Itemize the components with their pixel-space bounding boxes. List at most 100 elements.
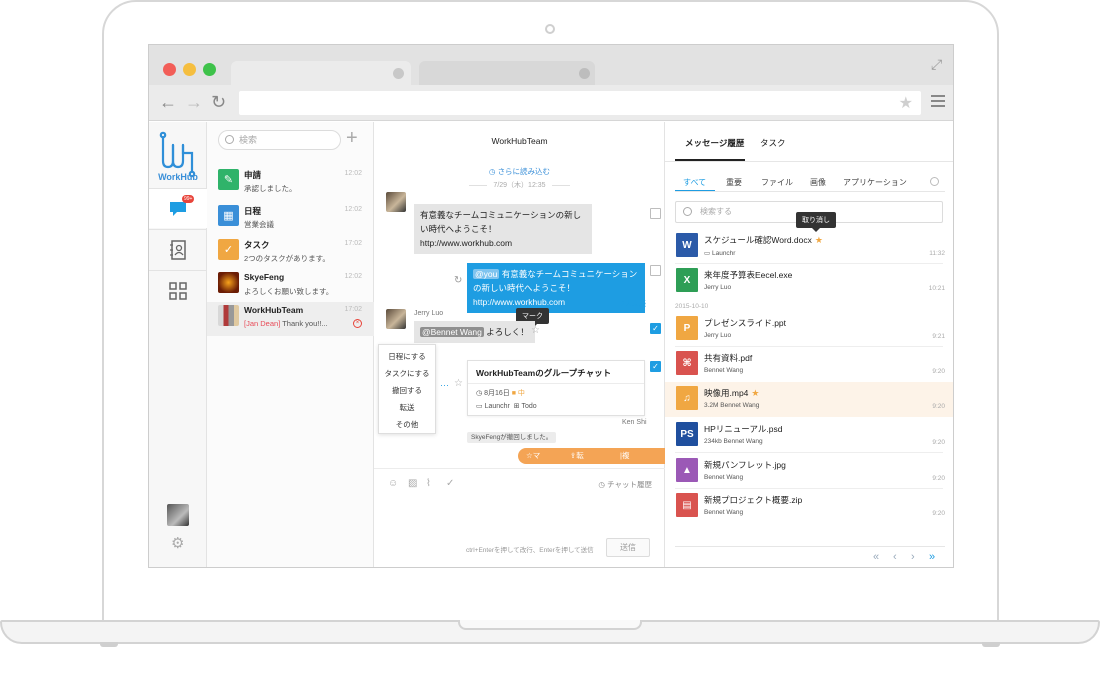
camera-icon (545, 24, 555, 34)
next-page-icon[interactable]: › (911, 551, 915, 563)
close-window-button[interactable] (163, 63, 176, 76)
file-item[interactable]: ▲ 新規パンフレット.jpg Bennet Wang 9:20 (665, 454, 953, 489)
browser-window: ⤢ ← → ↻ ★ WorkHub 99+ ⚙ 検索 + ✎ 申請 承認しました… (148, 44, 954, 568)
message-bubble[interactable]: @Bennet Wang よろしく！ (414, 321, 535, 343)
search-icon (683, 207, 692, 216)
file-item[interactable]: X 来年度予算表Eecel.exe Jerry Luo 10:21 (665, 264, 953, 299)
message-checkbox[interactable] (650, 265, 661, 276)
folder-icon: ▭ (704, 250, 711, 257)
file-item[interactable]: PS HPリニューアル.psd 234kb Bennet Wang 9:20 (665, 418, 953, 453)
browser-tab[interactable] (231, 61, 411, 85)
photoshop-file-icon: PS (676, 422, 698, 446)
word-file-icon: W (676, 233, 698, 257)
left-rail: WorkHub 99+ ⚙ (149, 122, 207, 567)
browser-navbar: ← → ↻ ★ (149, 85, 953, 121)
tab-close-icon[interactable] (393, 68, 404, 79)
workhub-app: WorkHub 99+ ⚙ 検索 + ✎ 申請 承認しました。 12:02 ▦ … (149, 122, 953, 567)
multi-select-button[interactable]: | 複数選ぶ (620, 448, 629, 508)
group-chat-card[interactable]: WorkHubTeamのグループチャット ◷ 8月16日 ■ 中 ▭ Launc… (467, 360, 645, 416)
browser-tab[interactable] (419, 61, 595, 85)
mark-action-button[interactable]: ☆ マーク (526, 448, 540, 492)
avatar (218, 305, 239, 326)
file-item[interactable]: ⌘ 共有資料.pdf Bennet Wang 9:20 (665, 347, 953, 382)
pen-icon: ✎ (218, 169, 239, 190)
message-input[interactable] (382, 492, 654, 532)
url-bar[interactable]: ★ (239, 91, 921, 115)
message-checkbox[interactable] (650, 208, 661, 219)
filter-images[interactable]: 画像 (810, 174, 826, 192)
first-page-icon[interactable]: « (873, 551, 879, 563)
file-item[interactable]: W スケジュール確認Word.docx ★ ▭ Launchr 11:32 (665, 229, 953, 264)
check-circle-icon[interactable]: ✓ (446, 478, 454, 489)
audio-file-icon: ♫ (676, 386, 698, 410)
date-separator: 2015-10-10 (675, 303, 709, 310)
avatar (218, 272, 239, 293)
conversation-item[interactable]: SkyeFeng よろしくお願い致します。 12:02 (207, 269, 374, 303)
conversation-item[interactable]: ✓ タスク 2つのタスクがあります。 17:02 (207, 236, 374, 270)
excel-file-icon: X (676, 268, 698, 292)
file-item[interactable]: P プレゼンスライド.ppt Jerry Luo 9:21 (665, 312, 953, 347)
load-more-link[interactable]: ◷ さらに読み込む (374, 166, 665, 177)
more-dots-icon[interactable]: ··· (440, 380, 449, 390)
message-checkbox-checked[interactable]: ✓ (650, 361, 661, 372)
chat-history-link[interactable]: ◷ チャット履歴 (598, 479, 652, 490)
forward-action-button[interactable]: ⇪ 転送する (570, 448, 584, 508)
tab-message-history[interactable]: メッセージ履歴 (685, 137, 744, 149)
rail-item-apps[interactable] (149, 270, 207, 310)
filter-files[interactable]: ファイル (761, 174, 793, 192)
message-bubble[interactable]: 有意義なチームコミュニケーションの新しい時代へようこそ！ http://www.… (414, 204, 592, 254)
attachment-icon[interactable]: ⌇ (426, 478, 431, 489)
maximize-window-button[interactable] (203, 63, 216, 76)
star-icon[interactable]: ★ (751, 388, 759, 398)
menu-item-schedule[interactable]: 日程にする (379, 348, 435, 365)
conversation-item-selected[interactable]: WorkHubTeam [Jan Dean] Thank you!!... 17… (207, 302, 374, 336)
menu-item-other[interactable]: その他 (379, 416, 435, 433)
rail-item-contacts[interactable] (149, 229, 207, 269)
back-arrow-icon[interactable]: ← (159, 92, 177, 112)
resend-icon[interactable]: ↻ (454, 275, 462, 286)
history-panel: メッセージ履歴 タスク すべて 重要 ファイル 画像 アプリケーション 検索する… (665, 122, 953, 567)
calendar-icon: ▦ (218, 205, 239, 226)
conversation-item[interactable]: ✎ 申請 承認しました。 12:02 (207, 166, 374, 200)
prev-page-icon[interactable]: ‹ (893, 551, 897, 563)
tab-task[interactable]: タスク (760, 137, 786, 149)
tab-close-icon[interactable] (579, 68, 590, 79)
star-outline-icon[interactable]: ☆ (531, 325, 540, 336)
conversation-item[interactable]: ▦ 日程 営業会議 12:02 (207, 202, 374, 236)
rail-item-messages[interactable]: 99+ (149, 188, 207, 228)
message-bubble-own[interactable]: @you 有意義なチームコミュニケーションの新しい時代へようこそ！ http:/… (467, 263, 645, 313)
menu-item-recall[interactable]: 撤回する (379, 382, 435, 399)
bookmark-star-icon[interactable]: ★ (899, 93, 913, 113)
message-context-menu: 日程にする タスクにする 撤回する 転送 その他 (378, 344, 436, 434)
unstar-tooltip: 取り消し (796, 212, 836, 232)
gear-icon[interactable]: ⚙ (171, 536, 184, 551)
search-icon[interactable] (930, 177, 939, 186)
zip-file-icon: ▤ (676, 493, 698, 517)
unread-count: 2人未読 (621, 301, 646, 308)
send-button[interactable]: 送信 (606, 538, 650, 557)
menu-item-forward[interactable]: 転送 (379, 399, 435, 416)
message-checkbox-checked[interactable]: ✓ (650, 323, 661, 334)
conversation-search-input[interactable]: 検索 (218, 130, 341, 150)
filter-apps[interactable]: アプリケーション (843, 174, 907, 192)
last-page-icon[interactable]: » (929, 551, 935, 563)
file-item-selected[interactable]: ♫ 映像用.mp4 ★ 3.2M Bennet Wang 9:20 (665, 382, 953, 417)
star-outline-icon[interactable]: ☆ (454, 378, 463, 389)
add-conversation-button[interactable]: + (346, 128, 358, 148)
reload-icon[interactable]: ↻ (211, 92, 226, 112)
close-conversation-icon[interactable]: × (353, 319, 362, 328)
folder-icon: ▭ (476, 403, 483, 410)
menu-item-task[interactable]: タスクにする (379, 365, 435, 382)
user-avatar[interactable] (167, 504, 189, 526)
fullscreen-icon[interactable]: ⤢ (931, 57, 945, 71)
search-icon (225, 135, 234, 144)
browser-menu-icon[interactable] (931, 95, 945, 110)
forward-arrow-icon[interactable]: → (185, 92, 203, 112)
image-icon[interactable]: ▨ (408, 478, 417, 489)
emoji-icon[interactable]: ☺ (388, 478, 398, 489)
star-icon[interactable]: ★ (815, 235, 823, 245)
laptop-foot (100, 642, 118, 647)
minimize-window-button[interactable] (183, 63, 196, 76)
file-item[interactable]: ▤ 新規プロジェクト概要.zip Bennet Wang 9:20 (665, 489, 953, 524)
filter-important[interactable]: 重要 (726, 174, 742, 192)
